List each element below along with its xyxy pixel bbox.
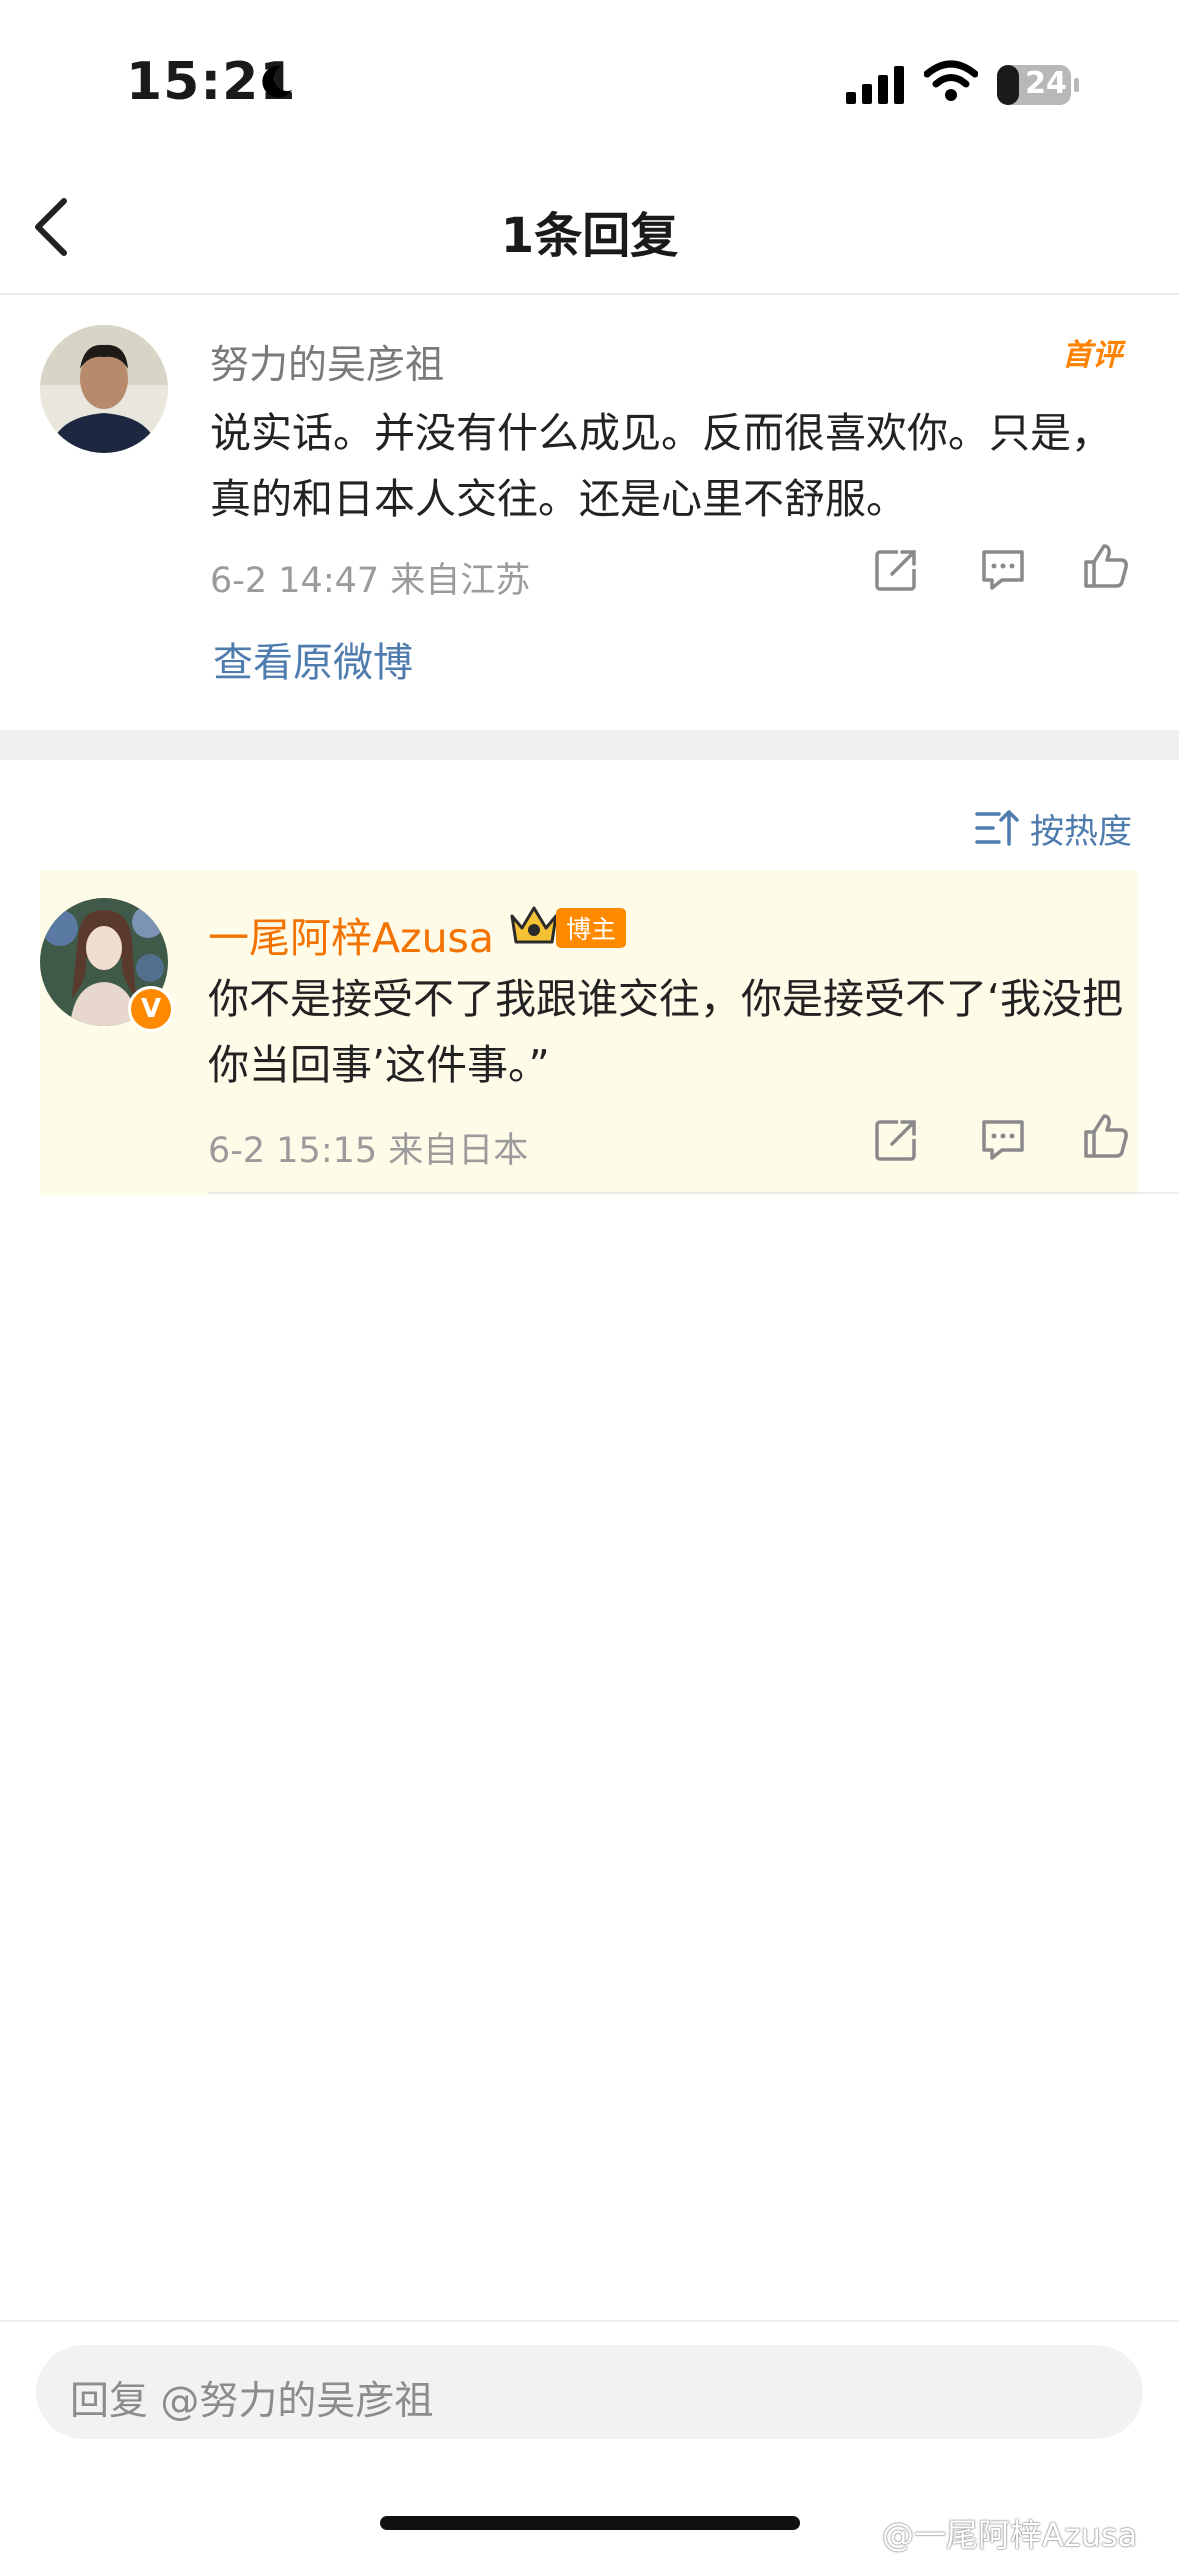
signal-icon bbox=[846, 66, 904, 104]
view-original-link[interactable]: 查看原微博 bbox=[213, 630, 413, 688]
reply-divider bbox=[208, 1192, 1179, 1194]
reply-meta: 6-2 15:15 来自日本 bbox=[208, 1131, 529, 1171]
sort-by-hot-button[interactable]: 按热度 bbox=[1030, 804, 1132, 853]
section-separator bbox=[0, 730, 1179, 760]
reply-input-placeholder[interactable]: 回复 @努力的吴彦祖 bbox=[70, 2370, 433, 2426]
home-indicator bbox=[380, 2516, 800, 2530]
watermark: @一尾阿梓Azusa bbox=[882, 2516, 1138, 2554]
bottom-divider bbox=[0, 2320, 1179, 2322]
comment-meta: 6-2 14:47 来自江苏 bbox=[210, 561, 531, 601]
like-icon[interactable] bbox=[1082, 542, 1130, 590]
moon-icon bbox=[262, 65, 292, 98]
crown-icon bbox=[510, 906, 558, 944]
avatar[interactable] bbox=[40, 325, 168, 453]
share-icon[interactable] bbox=[874, 548, 918, 592]
comment-icon[interactable] bbox=[980, 1118, 1026, 1162]
like-icon[interactable] bbox=[1082, 1112, 1130, 1160]
verified-badge: V bbox=[128, 986, 174, 1032]
wifi-icon bbox=[924, 60, 978, 101]
page-title: 1条回复 bbox=[500, 208, 679, 264]
sort-icon[interactable] bbox=[975, 808, 1019, 848]
comment-icon[interactable] bbox=[980, 548, 1026, 592]
reply-author[interactable]: 一尾阿梓Azusa bbox=[208, 904, 494, 964]
header-divider bbox=[0, 293, 1179, 295]
battery-level: 24 bbox=[1025, 66, 1067, 101]
reply-text: 你不是接受不了我跟谁交往，你是接受不了‘我没把你当回事’这件事。” bbox=[208, 975, 1124, 1089]
first-comment-badge: 首评 bbox=[1062, 338, 1122, 373]
share-icon[interactable] bbox=[874, 1118, 918, 1162]
comment-text: 说实话。并没有什么成见。反而很喜欢你。只是，真的和日本人交往。还是心里不舒服。 bbox=[210, 409, 1112, 523]
comment-author[interactable]: 努力的吴彦祖 bbox=[210, 334, 444, 390]
blogger-badge: 博主 bbox=[556, 908, 627, 948]
